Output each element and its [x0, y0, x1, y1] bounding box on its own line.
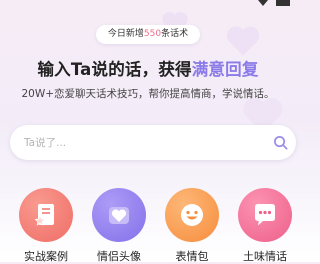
badge-count: 550 — [143, 29, 162, 39]
category-couple-avatars[interactable]: 情侣头像 — [91, 185, 147, 263]
search-bar[interactable] — [10, 125, 296, 160]
category-cheesy-love-talk[interactable]: 土味情话 — [237, 185, 293, 263]
headline-main: 输入Ta说的话，获得 — [37, 60, 192, 79]
page-headline: 输入Ta说的话，获得满意回复 — [0, 56, 296, 80]
heart-icon — [109, 207, 129, 224]
smiley-icon — [181, 204, 203, 226]
badge-suffix: 条话术 — [161, 29, 189, 39]
background-heart-icon — [226, 26, 260, 56]
category-icon-circle — [238, 188, 292, 242]
category-icon-circle — [165, 188, 219, 242]
page-subtitle: 20W+恋爱聊天话术技巧，帮你提高情商，学说情话。 — [21, 88, 275, 100]
chat-bubble-icon — [255, 204, 275, 226]
category-icon-circle — [19, 188, 73, 242]
battery-icon — [276, 0, 290, 6]
daily-new-badge: 今日新增550条话术 — [96, 25, 200, 44]
category-stickers[interactable]: 表情包 — [164, 185, 220, 263]
category-icon-circle — [92, 188, 146, 242]
search-input[interactable] — [10, 125, 264, 160]
badge-prefix: 今日新增 — [107, 29, 144, 39]
search-icon[interactable] — [273, 135, 288, 150]
headline-accent: 满意回复 — [191, 60, 259, 79]
category-real-cases[interactable]: 实战案例 — [18, 185, 74, 263]
signal-icon — [258, 0, 268, 6]
document-star-icon — [34, 204, 54, 226]
